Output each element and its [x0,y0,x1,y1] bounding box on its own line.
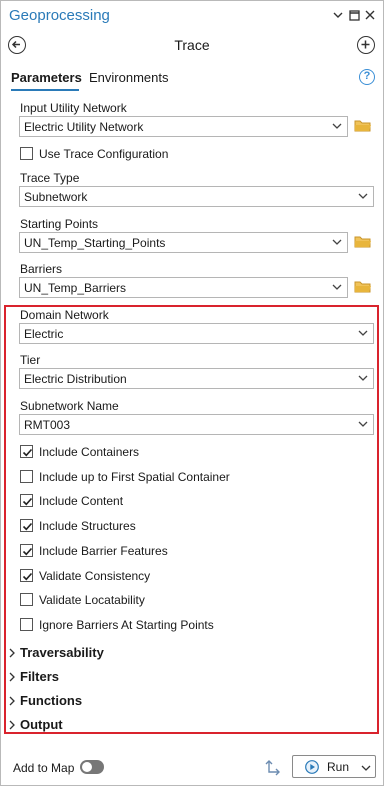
chevron-down-icon [332,239,342,245]
tab-active-indicator [11,89,79,91]
chevron-down-icon [358,193,368,199]
option-label: Include Containers [39,445,140,459]
option-label: Ignore Barriers At Starting Points [39,618,214,632]
subnetwork-name-dropdown[interactable]: RMT003 [19,414,374,435]
section-label: Filters [20,669,60,684]
tier-value: Electric Distribution [24,372,127,386]
tier-label: Tier [20,353,41,367]
play-icon [305,760,319,774]
chevron-right-icon [9,720,15,730]
checkmark-icon [22,497,33,506]
barriers-dropdown[interactable]: UN_Temp_Barriers [19,277,348,298]
pane-title: Geoprocessing [9,7,110,24]
chevron-down-icon [358,330,368,336]
run-label: Run [327,760,350,774]
starting-points-dropdown[interactable]: UN_Temp_Starting_Points [19,232,348,253]
chevron-down-icon [358,375,368,381]
checkbox-box[interactable] [20,445,33,458]
chevron-right-icon [9,648,15,658]
input-network-value: Electric Utility Network [24,120,144,134]
checkmark-icon [22,448,33,457]
maximize-icon[interactable] [347,8,361,22]
toggle-knob [82,762,92,772]
tab-environments[interactable]: Environments [89,70,168,85]
chevron-right-icon [9,696,15,706]
checkbox-box[interactable] [20,544,33,557]
checkbox-box[interactable] [20,519,33,532]
starting-points-value: UN_Temp_Starting_Points [24,236,166,250]
option-label: Include Structures [39,519,136,533]
add-icon[interactable] [357,36,375,54]
input-network-label: Input Utility Network [20,101,127,115]
checkmark-icon [22,522,33,531]
checkbox-box[interactable] [20,470,33,483]
tier-dropdown[interactable]: Electric Distribution [19,368,374,389]
section-label: Output [20,717,63,732]
subnetwork-name-value: RMT003 [24,418,71,432]
chevron-down-icon [358,421,368,427]
option-label: Include up to First Spatial Container [39,470,230,484]
checkbox-box[interactable] [20,593,33,606]
folder-icon[interactable] [354,119,372,133]
chevron-down-icon[interactable] [361,763,371,773]
run-button[interactable]: Run [292,755,376,778]
chevron-right-icon [9,672,15,682]
add-to-map-label: Add to Map [13,761,75,775]
help-icon[interactable]: ? [359,69,375,85]
option-label: Validate Consistency [39,569,151,583]
checkmark-icon [22,547,33,556]
domain-network-label: Domain Network [20,308,109,322]
checkbox-box[interactable] [20,569,33,582]
checkmark-icon [22,572,33,581]
checkbox-box[interactable] [20,147,33,160]
chevron-down-icon [332,284,342,290]
starting-points-label: Starting Points [20,217,99,231]
undo-icon[interactable] [264,757,284,777]
section-label: Traversability [20,645,104,660]
use-trace-config-label: Use Trace Configuration [39,147,169,161]
option-label: Validate Locatability [39,593,145,607]
tab-parameters[interactable]: Parameters [11,70,82,85]
domain-network-dropdown[interactable]: Electric [19,323,374,344]
subnetwork-name-label: Subnetwork Name [20,399,119,413]
domain-network-value: Electric [24,327,64,341]
barriers-label: Barriers [20,262,63,276]
tool-title: Trace [174,37,210,53]
input-network-dropdown[interactable]: Electric Utility Network [19,116,348,137]
trace-type-value: Subnetwork [24,190,88,204]
close-icon[interactable] [363,8,377,22]
folder-icon[interactable] [354,235,372,249]
trace-type-dropdown[interactable]: Subnetwork [19,186,374,207]
pin-dropdown-icon[interactable] [331,8,345,22]
add-to-map-toggle[interactable] [80,760,104,774]
barriers-value: UN_Temp_Barriers [24,281,127,295]
option-label: Include Barrier Features [39,544,168,558]
chevron-down-icon [332,123,342,129]
checkbox-box[interactable] [20,494,33,507]
checkbox-box[interactable] [20,618,33,631]
title-bar: Geoprocessing [0,0,382,32]
trace-type-label: Trace Type [20,171,80,185]
option-label: Include Content [39,494,124,508]
folder-icon[interactable] [354,280,372,294]
section-label: Functions [20,693,83,708]
